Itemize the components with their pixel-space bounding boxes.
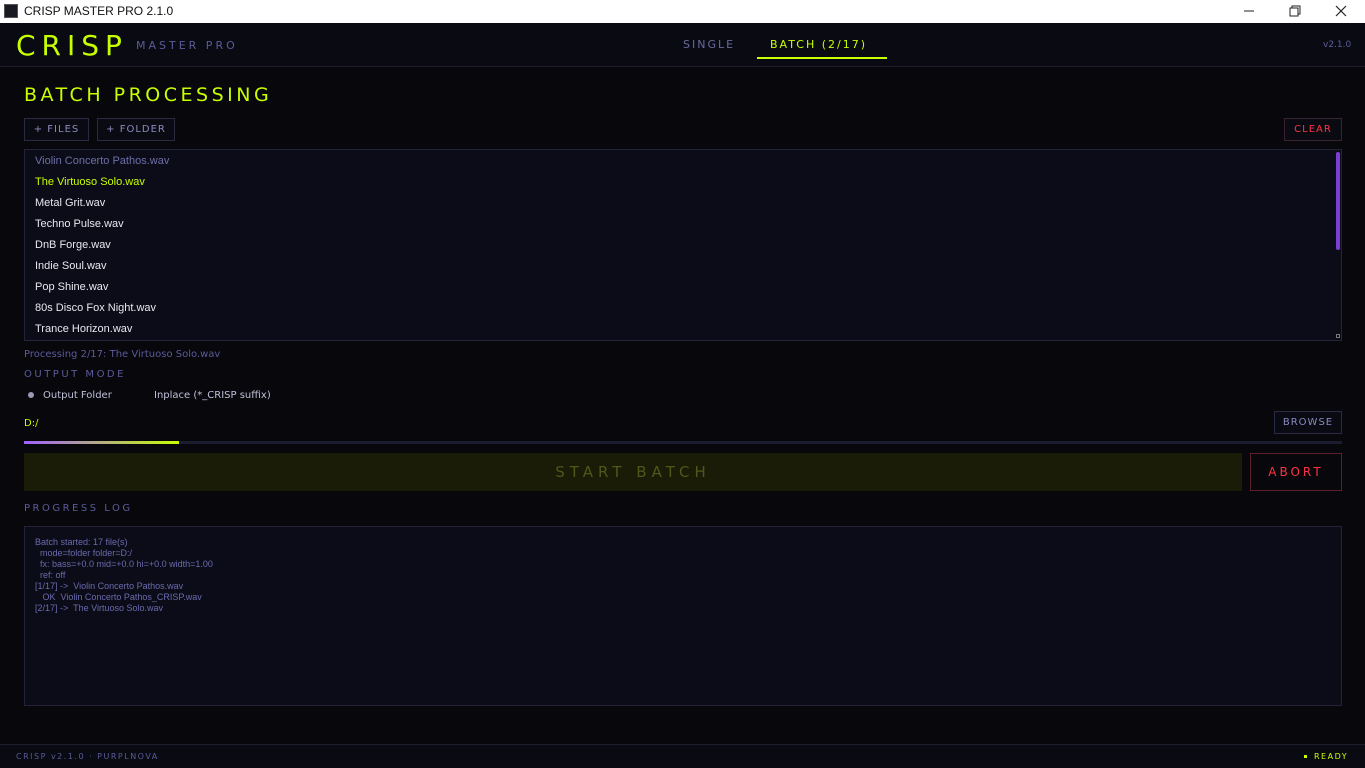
app-logo: CRISP bbox=[16, 29, 128, 62]
footer-credits: CRISP v2.1.0 · PURPLNOVA bbox=[16, 752, 159, 761]
app-icon bbox=[4, 4, 18, 18]
log-line: Batch started: 17 file(s) bbox=[35, 537, 128, 547]
output-mode-label: OUTPUT MODE bbox=[24, 369, 126, 380]
add-folder-button[interactable]: + FOLDER bbox=[97, 118, 175, 141]
list-item[interactable]: The Virtuoso Solo.wav bbox=[35, 175, 145, 189]
radio-output-folder-label[interactable]: Output Folder bbox=[43, 389, 112, 402]
progress-log-label: PROGRESS LOG bbox=[24, 503, 133, 514]
list-item[interactable]: Trance Horizon.wav bbox=[35, 322, 132, 336]
list-scrollbar[interactable] bbox=[1336, 152, 1340, 250]
progress-log[interactable]: Batch started: 17 file(s) mode=folder fo… bbox=[24, 526, 1342, 706]
radio-output-folder[interactable] bbox=[28, 392, 34, 398]
log-line: fx: bass=+0.0 mid=+0.0 hi=+0.0 width=1.0… bbox=[35, 559, 213, 569]
status-bar: CRISP v2.1.0 · PURPLNOVA READY bbox=[0, 744, 1365, 768]
progress-bar bbox=[24, 441, 1342, 444]
app-subtitle: MASTER PRO bbox=[136, 39, 238, 52]
list-item[interactable]: Indie Soul.wav bbox=[35, 259, 107, 273]
list-item[interactable]: Techno Pulse.wav bbox=[35, 217, 124, 231]
app-header: CRISP MASTER PRO SINGLE BATCH (2/17) v2.… bbox=[0, 23, 1365, 67]
minimize-icon[interactable] bbox=[1226, 0, 1272, 23]
clear-button[interactable]: CLEAR bbox=[1284, 118, 1342, 141]
output-folder-path: D:/ bbox=[24, 418, 39, 429]
close-icon[interactable] bbox=[1318, 0, 1364, 23]
window-titlebar: CRISP MASTER PRO 2.1.0 bbox=[0, 0, 1365, 24]
radio-inplace-label[interactable]: Inplace (*_CRISP suffix) bbox=[154, 389, 271, 402]
list-item[interactable]: Violin Concerto Pathos.wav bbox=[35, 154, 169, 168]
list-item[interactable]: Pop Shine.wav bbox=[35, 280, 108, 294]
log-line: [2/17] -> The Virtuoso Solo.wav bbox=[35, 603, 163, 613]
resize-grip-icon[interactable] bbox=[1336, 334, 1340, 338]
tab-single[interactable]: SINGLE bbox=[683, 37, 735, 53]
list-item[interactable]: Metal Grit.wav bbox=[35, 196, 105, 210]
progress-fill bbox=[24, 441, 179, 444]
page-title: BATCH PROCESSING bbox=[24, 84, 273, 106]
status-dot-icon bbox=[1304, 755, 1307, 758]
maximize-icon[interactable] bbox=[1272, 0, 1318, 23]
active-tab-indicator bbox=[757, 57, 887, 59]
list-item[interactable]: DnB Forge.wav bbox=[35, 238, 111, 252]
tab-batch[interactable]: BATCH (2/17) bbox=[770, 37, 867, 53]
log-line: ref: off bbox=[35, 570, 66, 580]
list-item[interactable]: 80s Disco Fox Night.wav bbox=[35, 301, 156, 315]
browse-button[interactable]: BROWSE bbox=[1274, 411, 1342, 434]
window-title: CRISP MASTER PRO 2.1.0 bbox=[24, 4, 174, 18]
add-files-button[interactable]: + FILES bbox=[24, 118, 89, 141]
file-list[interactable]: Violin Concerto Pathos.wav The Virtuoso … bbox=[24, 149, 1342, 341]
processing-status: Processing 2/17: The Virtuoso Solo.wav bbox=[24, 349, 221, 360]
log-line: [1/17] -> Violin Concerto Pathos.wav bbox=[35, 581, 184, 591]
status-badge: READY bbox=[1314, 752, 1349, 761]
version-label: v2.1.0 bbox=[1323, 40, 1352, 50]
log-line: OK Violin Concerto Pathos_CRISP.wav bbox=[35, 592, 202, 602]
log-line: mode=folder folder=D:/ bbox=[35, 548, 133, 558]
start-batch-button[interactable]: START BATCH bbox=[24, 453, 1242, 491]
abort-button[interactable]: ABORT bbox=[1250, 453, 1342, 491]
